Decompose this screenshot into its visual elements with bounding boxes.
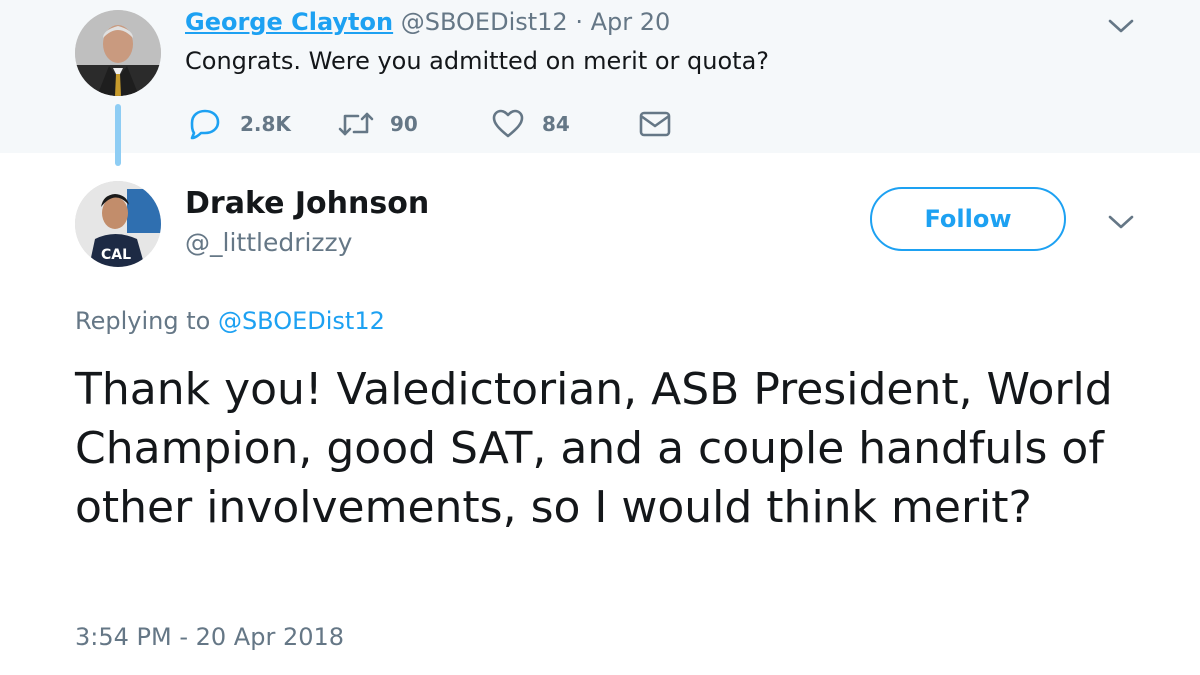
parent-tweet[interactable]: George Clayton @SBOEDist12 · Apr 20 Cong… [0,0,1200,166]
replying-to: Replying to @SBOEDist12 [75,305,385,337]
tweet-thread: George Clayton @SBOEDist12 · Apr 20 Cong… [0,0,1200,675]
thread-connector-line [115,104,121,166]
parent-tweet-text: Congrats. Were you admitted on merit or … [185,47,770,75]
author-handle[interactable]: @_littledrizzy [185,226,352,260]
reply-action[interactable]: 2.8K [188,106,291,142]
replying-handle-link[interactable]: @SBOEDist12 [218,307,385,335]
avatar[interactable] [75,10,161,96]
chevron-down-icon[interactable] [1106,16,1136,40]
envelope-icon [638,110,672,138]
chevron-down-icon[interactable] [1106,212,1136,236]
tweet-timestamp[interactable]: 3:54 PM - 20 Apr 2018 [75,621,344,653]
author-handle[interactable]: @SBOEDist12 [401,8,568,36]
parent-tweet-header: George Clayton @SBOEDist12 · Apr 20 [185,6,670,38]
author-name[interactable]: Drake Johnson [185,186,429,222]
follow-button[interactable]: Follow [870,187,1066,251]
reply-icon [188,108,222,140]
reply-count: 2.8K [240,112,291,136]
avatar[interactable]: CAL [75,181,161,267]
tweet-date[interactable]: Apr 20 [591,8,671,36]
author-name-link[interactable]: George Clayton [185,8,393,36]
direct-message-action[interactable] [638,106,672,142]
heart-icon [491,109,525,139]
like-action[interactable]: 84 [491,106,570,142]
retweet-action[interactable]: 90 [338,106,418,142]
replying-prefix: Replying to [75,307,218,335]
header-separator: · [567,8,591,36]
retweet-icon [338,110,374,138]
like-count: 84 [542,112,570,136]
tweet-text: Thank you! Valedictorian, ASB President,… [75,364,1113,533]
svg-text:CAL: CAL [101,247,131,263]
retweet-count: 90 [390,112,418,136]
